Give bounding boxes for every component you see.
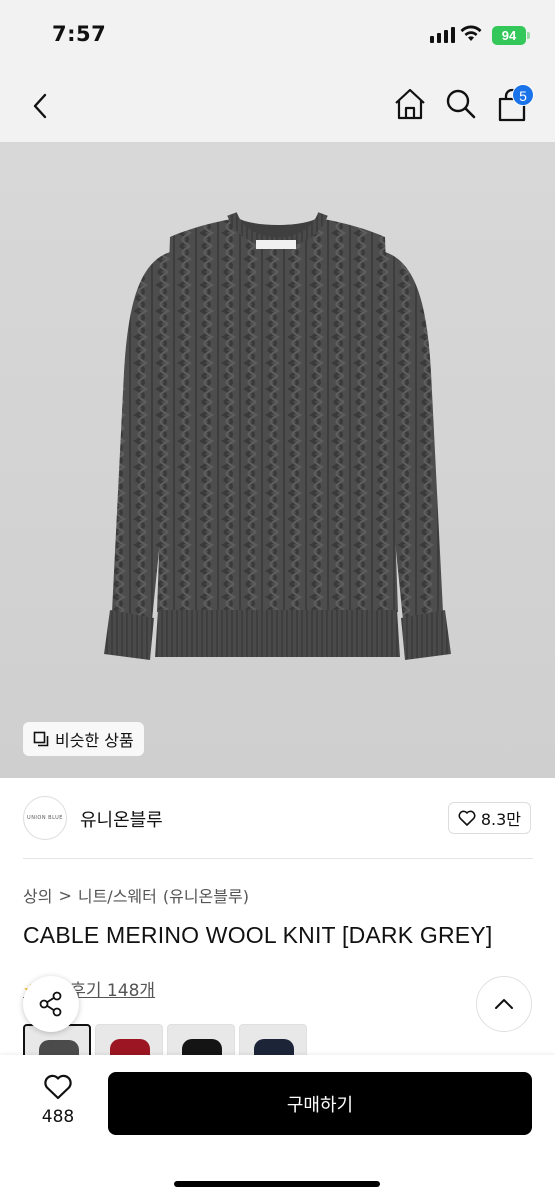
buy-button-label: 구매하기 xyxy=(286,1094,354,1116)
brand-logo[interactable]: UNION BLUE xyxy=(23,796,67,840)
search-button[interactable] xyxy=(444,86,478,122)
review-count: 후기 148개 xyxy=(70,981,156,1001)
battery-level: 94 xyxy=(492,26,526,45)
product-image[interactable]: 비슷한 상품 xyxy=(0,142,555,778)
breadcrumb-category[interactable]: 상의 xyxy=(23,883,52,907)
brand-logo-text: UNION BLUE xyxy=(27,815,63,821)
breadcrumb-subcategory[interactable]: 니트/스웨터 xyxy=(78,883,157,907)
home-indicator xyxy=(174,1181,380,1187)
top-navigation: 5 xyxy=(0,70,555,142)
breadcrumb: 상의 > 니트/스웨터 (유니온블루) xyxy=(23,883,249,907)
wishlist-button[interactable]: 488 xyxy=(30,1073,86,1133)
bottom-action-bar: 488 구매하기 xyxy=(0,1055,555,1200)
product-title: CABLE MERINO WOOL KNIT [DARK GREY] xyxy=(23,922,493,948)
heart-icon xyxy=(44,1074,72,1100)
wishlist-count: 488 xyxy=(41,1107,75,1127)
brand-row: UNION BLUE 유니온블루 8.3만 xyxy=(23,794,533,844)
chevron-left-icon xyxy=(33,93,47,119)
similar-products-button[interactable]: 비슷한 상품 xyxy=(23,722,144,756)
brand-like-count: 8.3만 xyxy=(480,810,521,829)
similar-items-icon xyxy=(33,731,49,747)
share-button[interactable] xyxy=(23,976,79,1032)
buy-button[interactable]: 구매하기 xyxy=(108,1072,532,1135)
scroll-to-top-button[interactable] xyxy=(476,976,532,1032)
cellular-signal-icon xyxy=(430,27,455,43)
brand-name[interactable]: 유니온블루 xyxy=(80,806,163,832)
chevron-up-icon xyxy=(495,999,513,1009)
breadcrumb-separator: > xyxy=(58,885,72,905)
breadcrumb-brand[interactable]: (유니온블루) xyxy=(163,883,249,907)
divider xyxy=(23,858,533,859)
cart-count-badge: 5 xyxy=(512,84,534,106)
search-icon xyxy=(446,89,476,119)
status-bar: 7:57 94 xyxy=(0,0,555,70)
home-button[interactable] xyxy=(392,86,428,122)
cart-button[interactable]: 5 xyxy=(494,84,534,124)
similar-products-label: 비슷한 상품 xyxy=(55,731,134,750)
brand-like-button[interactable]: 8.3만 xyxy=(447,802,531,834)
share-icon xyxy=(39,991,62,1017)
wifi-icon xyxy=(460,25,482,41)
sweater-image xyxy=(104,211,451,660)
battery-tip xyxy=(527,32,530,39)
home-icon xyxy=(395,88,425,120)
back-button[interactable] xyxy=(26,89,56,123)
status-time: 7:57 xyxy=(52,22,107,46)
heart-icon xyxy=(458,810,476,826)
